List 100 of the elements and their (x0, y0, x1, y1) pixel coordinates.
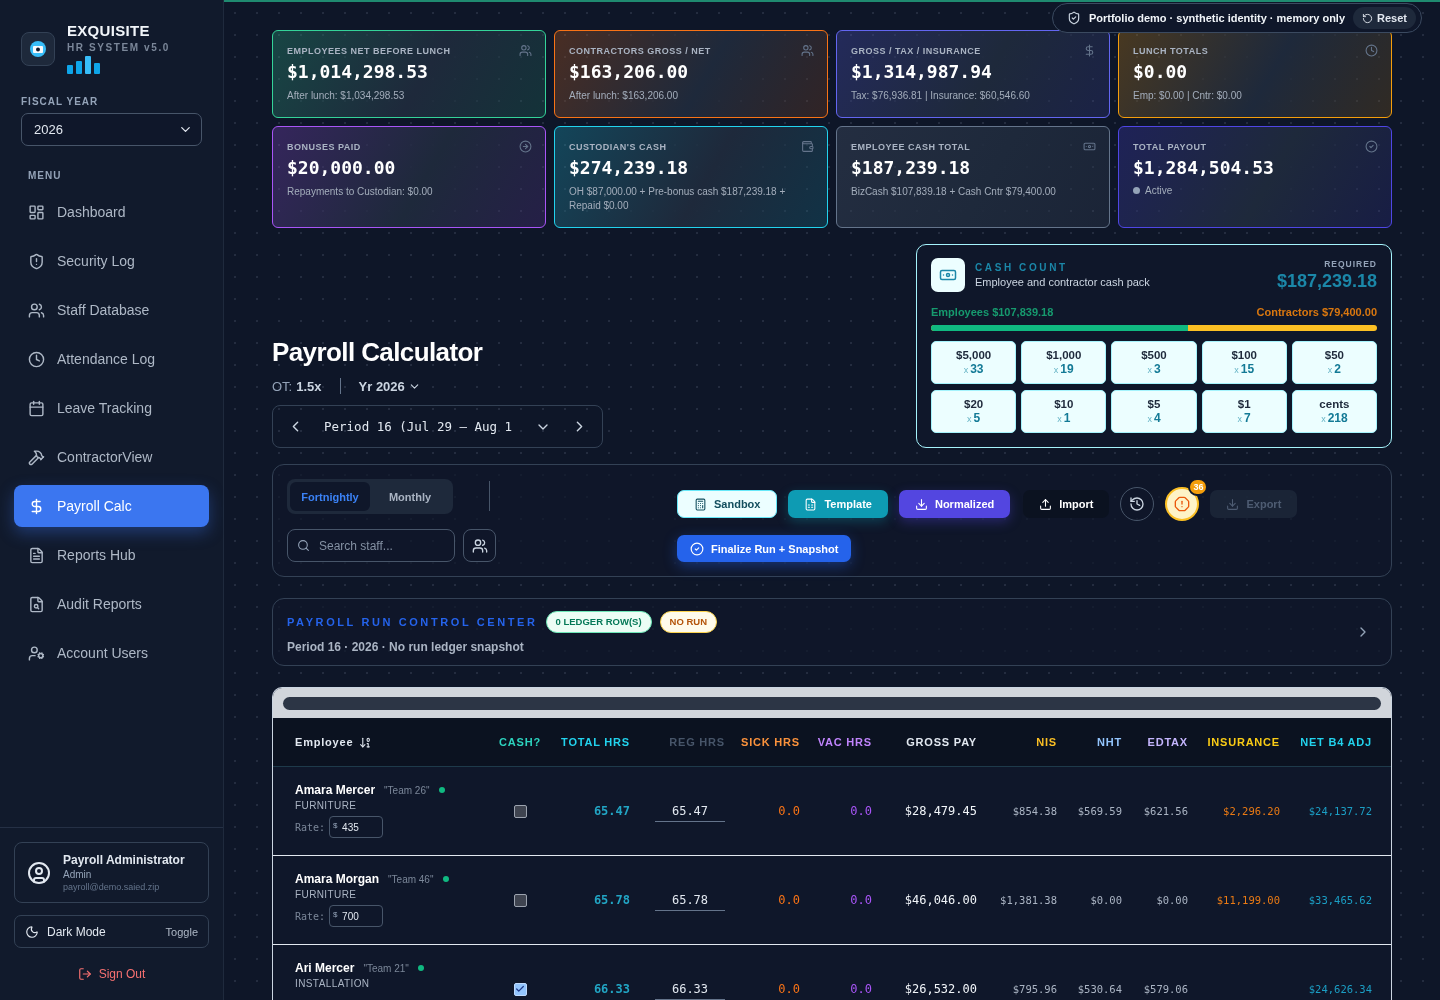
stat-icon (1365, 44, 1378, 57)
sidebar-item[interactable]: Attendance Log (14, 338, 209, 380)
dark-mode-toggle[interactable]: Dark Mode Toggle (14, 915, 209, 948)
import-button[interactable]: Import (1023, 490, 1110, 518)
department-label: FURNITURE (295, 889, 358, 900)
cash-checkbox[interactable] (513, 982, 527, 996)
regular-hours-field[interactable]: 66.33 (655, 978, 725, 1000)
denomination-count: 2 (1334, 362, 1341, 376)
table-cell-text: 66.33 (592, 982, 630, 996)
alert-icon (1174, 496, 1191, 512)
sandbox-button[interactable]: Sandbox (677, 490, 778, 518)
cash-checkbox[interactable] (513, 893, 527, 907)
department-label: FURNITURE (295, 800, 358, 811)
calendar-icon (28, 399, 45, 417)
shield-icon (28, 252, 45, 270)
denomination-label: cents (1319, 398, 1350, 410)
times-sign: x (963, 365, 969, 375)
currency-symbol: $ (333, 910, 338, 919)
stat-title: CONTRACTORS GROSS / NET (569, 46, 711, 56)
sidebar-item[interactable]: Account Users (14, 632, 209, 674)
staff-filter-button[interactable] (463, 529, 496, 562)
rate-label: Rate: (295, 821, 326, 833)
denomination-label: $500 (1141, 349, 1167, 361)
period-selector[interactable]: Period 16 (Jul 29 – Aug 1 (272, 405, 603, 448)
stat-title: EMPLOYEES NET BEFORE LUNCH (287, 46, 451, 56)
status-text: Active (1145, 185, 1173, 196)
sidebar-item[interactable]: Payroll Calc (14, 485, 209, 527)
upload-icon (1039, 497, 1053, 511)
sidebar-item[interactable]: Audit Reports (14, 583, 209, 625)
fiscal-year-select[interactable]: 2026 (21, 113, 202, 146)
run-status-badge: NO RUN (659, 610, 718, 633)
column-header[interactable]: Employee (295, 735, 495, 749)
sidebar-item[interactable]: Reports Hub (14, 534, 209, 576)
stat-note: OH $87,000.00 + Pre-bonus cash $187,239.18 + Repaid $0.00 (569, 185, 787, 213)
sort-icon[interactable] (359, 735, 373, 749)
stat-note: Tax: $76,936.81 | Insurance: $60,546.60 (851, 89, 1031, 103)
finalize-run-button[interactable]: Finalize Run + Snapshot (677, 535, 852, 562)
denomination-count: 15 (1240, 362, 1255, 376)
brand-title: EXQUISITE (67, 22, 151, 39)
logo-icon (21, 32, 55, 66)
page-title: Payroll Calculator (272, 337, 484, 368)
stat-value: $1,014,298.53 (287, 61, 429, 82)
regular-hours-field[interactable]: 65.47 (655, 800, 725, 822)
team-label: "Team 46" (388, 873, 434, 885)
denomination-label: $100 (1231, 349, 1257, 361)
denomination-count: 7 (1244, 411, 1251, 425)
denomination-label: $5 (1147, 398, 1161, 410)
stat-value: $187,239.18 (851, 157, 972, 178)
stat-title: BONUSES PAID (287, 142, 361, 152)
frequency-tab[interactable]: Fortnightly (290, 482, 370, 511)
horizontal-scrollbar[interactable] (273, 688, 1391, 718)
hammer-icon (28, 448, 45, 466)
search-field[interactable]: Search staff... (287, 529, 455, 562)
team-label: "Team 21" (363, 962, 409, 974)
reset-button[interactable]: Reset (1353, 7, 1416, 29)
sidebar-item[interactable]: Dashboard (14, 191, 209, 233)
table-cell-text: $854.38 (1011, 805, 1057, 817)
table-cell-text: 0.0 (849, 804, 872, 818)
stat-value: $0.00 (1133, 61, 1189, 82)
column-header: VAC HRS (816, 736, 872, 748)
user-email: payroll@demo.saied.zip (63, 882, 161, 892)
control-center-title: PAYROLL RUN CONTROL CENTER (287, 615, 538, 628)
column-header: INSURANCE (1206, 736, 1280, 748)
calculator-icon (694, 497, 707, 511)
cash-checkbox[interactable] (513, 804, 527, 818)
document-icon (28, 546, 45, 564)
brand-subtitle: HR SYSTEM v5.0 (67, 42, 170, 53)
sidebar-item[interactable]: Security Log (14, 240, 209, 282)
regular-hours-field[interactable]: 65.78 (655, 889, 725, 911)
search-icon (297, 539, 310, 552)
sidebar-item[interactable]: Leave Tracking (14, 387, 209, 429)
table-cell-text: $33,465.62 (1307, 894, 1372, 906)
toggle-label: Toggle (165, 925, 198, 938)
sidebar-item[interactable]: Staff Database (14, 289, 209, 331)
column-header: NIS (1035, 736, 1057, 748)
sidebar-item[interactable]: ContractorView (14, 436, 209, 478)
column-header: GROSS PAY (905, 736, 977, 748)
times-sign: x (1237, 414, 1243, 424)
employee-name: Ari Mercer (295, 961, 355, 975)
ot-value: 1.5x (296, 378, 322, 394)
period-text: Period 16 (Jul 29 – Aug 1 (324, 419, 514, 434)
frequency-tab[interactable]: Monthly (370, 482, 450, 511)
download-icon (914, 497, 928, 511)
table-cell-text: $579.06 (1142, 983, 1188, 995)
year-dropdown[interactable]: Yr 2026 (358, 378, 421, 394)
stat-icon (519, 44, 532, 57)
times-sign: x (1053, 365, 1059, 375)
stat-icon (1083, 140, 1096, 153)
denomination-count: 5 (973, 411, 981, 425)
shield-icon (1066, 11, 1081, 25)
banner-text: Portfolio demo · synthetic identity · memory only (1088, 12, 1346, 24)
stat-value: $274,239.18 (569, 157, 690, 178)
stat-title: CUSTODIAN'S CASH (569, 142, 667, 152)
status-dot (1133, 187, 1140, 194)
check-icon (515, 984, 525, 994)
sign-out-link[interactable]: Sign Out (71, 966, 152, 982)
denomination-count: 19 (1060, 362, 1074, 376)
normalized-button[interactable]: Normalized (898, 490, 1011, 518)
contractors-cash: Contractors $79,400.00 (1256, 306, 1377, 318)
stat-title: TOTAL PAYOUT (1133, 142, 1207, 152)
